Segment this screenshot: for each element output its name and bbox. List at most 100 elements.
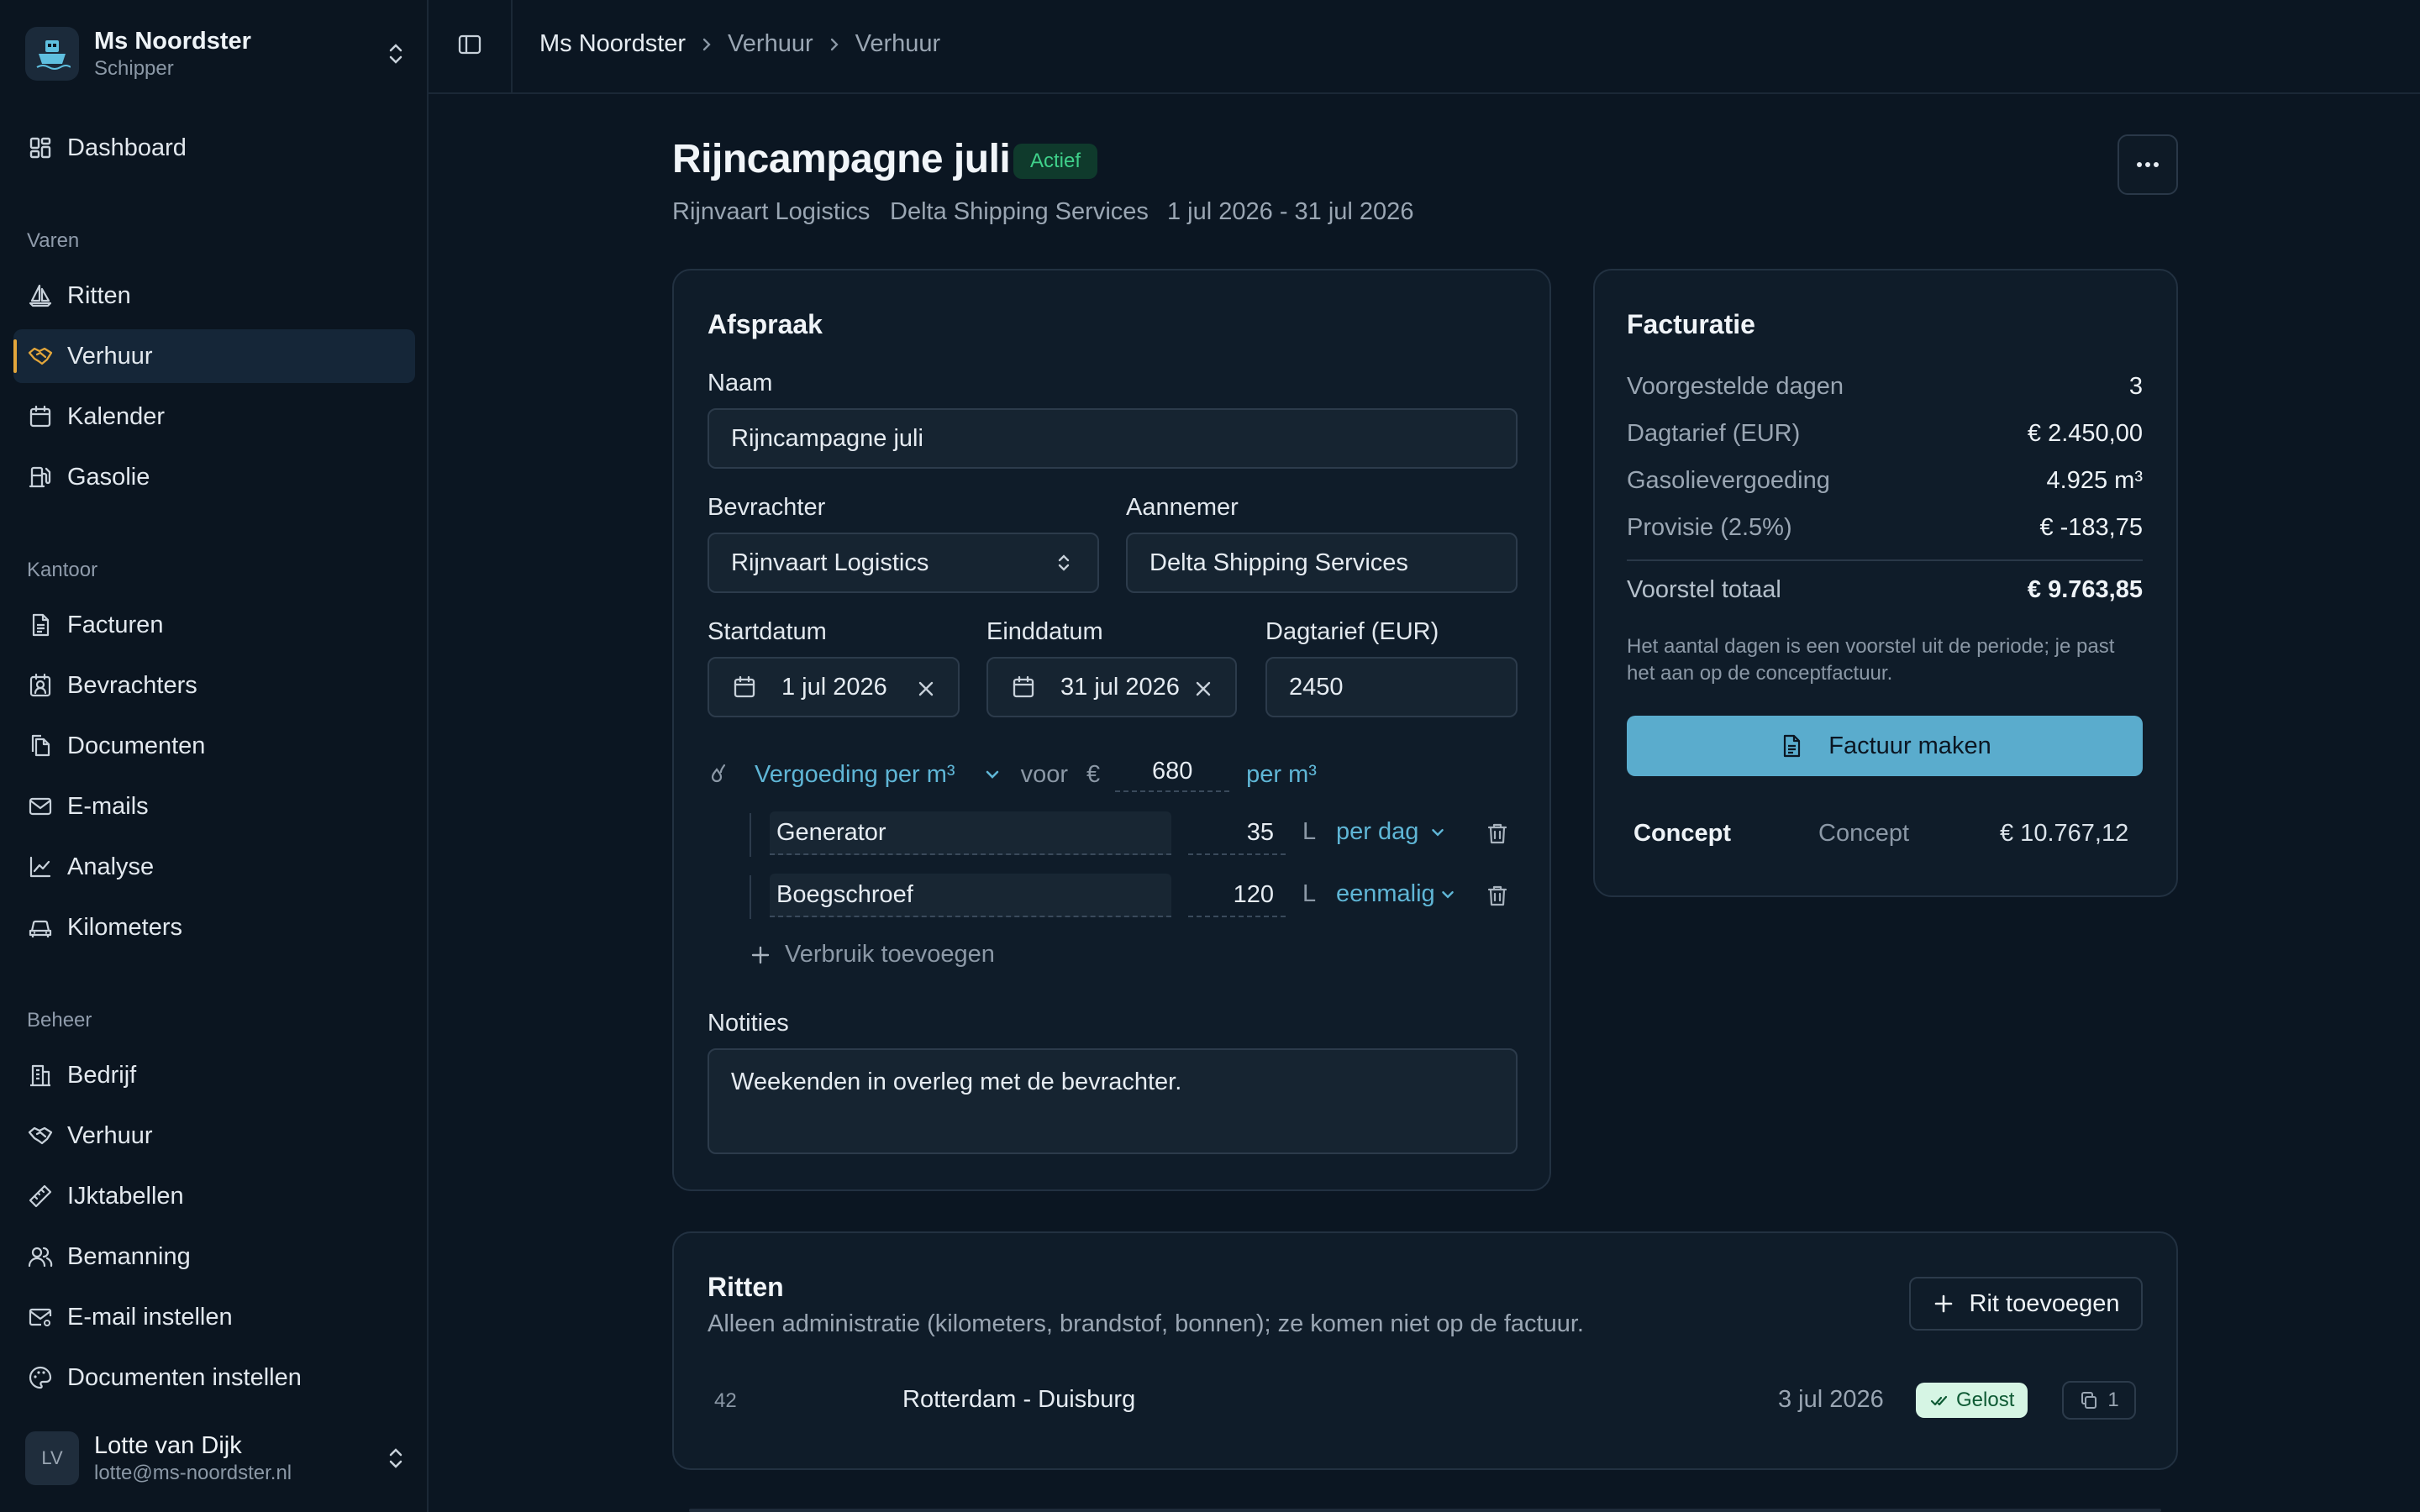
concept-status: Concept — [1818, 820, 1910, 847]
startdatum-picker[interactable]: 1 jul 2026 — [708, 657, 960, 717]
user-menu[interactable]: LV Lotte van Dijk lotte@ms-noordster.nl — [25, 1428, 408, 1488]
sidebar-item-gasolie[interactable]: Gasolie — [13, 450, 415, 504]
sidebar-item-documenten[interactable]: Documenten — [13, 719, 415, 773]
tree-line — [750, 813, 751, 857]
factuur-maken-button[interactable]: Factuur maken — [1627, 716, 2143, 776]
notities-textarea[interactable]: Weekenden in overleg met de bevrachter. — [708, 1048, 1518, 1154]
vergoeding-amount-input[interactable]: 680 — [1115, 758, 1230, 792]
sidebar-item-label: Ritten — [67, 281, 131, 309]
avatar: LV — [25, 1431, 79, 1485]
droplets-icon — [711, 764, 726, 783]
naam-value: Rijncampagne juli — [731, 424, 923, 452]
sidebar-item-verhuur-beheer[interactable]: Verhuur — [13, 1109, 415, 1163]
breadcrumb: Ms Noordster Verhuur Verhuur — [539, 30, 940, 58]
bevrachter-value: Rijnvaart Logistics — [731, 549, 929, 576]
ruler-icon — [27, 1183, 54, 1210]
sidebar-item-label: Verhuur — [67, 1121, 153, 1149]
sidebar-item-bevrachters[interactable]: Bevrachters — [13, 659, 415, 712]
clear-icon[interactable] — [914, 677, 938, 701]
kv-value: € 2.450,00 — [2027, 420, 2143, 447]
unit-label: per m³ — [1246, 760, 1317, 788]
bevrachter-select[interactable]: Rijnvaart Logistics — [708, 533, 1099, 593]
breadcrumb-item[interactable]: Verhuur — [728, 30, 813, 58]
sidebar-item-kilometers[interactable]: Kilometers — [13, 900, 415, 954]
mail-cog-icon — [27, 1304, 54, 1331]
sidebar-item-label: E-mail instellen — [67, 1303, 233, 1331]
rit-toevoegen-label: Rit toevoegen — [1969, 1289, 2120, 1317]
naam-field[interactable]: Rijncampagne juli — [708, 408, 1518, 469]
add-verbruik-label: Verbruik toevoegen — [785, 941, 995, 968]
rit-number: 42 — [714, 1389, 737, 1412]
sidebar-item-bemanning[interactable]: Bemanning — [13, 1230, 415, 1284]
factuur-maken-label: Factuur maken — [1828, 732, 1991, 759]
chevrons-up-down-icon — [383, 37, 408, 71]
verbruik-qty-input[interactable]: 120 — [1188, 874, 1286, 917]
breadcrumb-item[interactable]: Ms Noordster — [539, 30, 686, 58]
fuel-icon — [27, 464, 54, 491]
kv-key: Provisie (2.5%) — [1627, 514, 1792, 541]
team-switcher[interactable]: Ms Noordster Schipper — [25, 24, 408, 84]
sidebar-item-emails[interactable]: E-mails — [13, 780, 415, 833]
sidebar-item-ritten[interactable]: Ritten — [13, 269, 415, 323]
sidebar-item-facturen[interactable]: Facturen — [13, 598, 415, 652]
status-badge: Actief — [1013, 144, 1098, 179]
sidebar-item-label: Kilometers — [67, 913, 182, 941]
verbruik-name-input[interactable]: Generator — [770, 811, 1171, 855]
sidebar-toggle-button[interactable] — [429, 0, 513, 92]
kv-row: Provisie (2.5%) € -183,75 — [1627, 514, 2143, 542]
file-text-icon — [1784, 734, 1801, 758]
verbruik-qty-input[interactable]: 35 — [1188, 811, 1286, 855]
trash-icon[interactable] — [1484, 882, 1511, 909]
chevron-right-icon — [701, 35, 713, 54]
building-icon — [27, 1062, 54, 1089]
team-role: Schipper — [94, 57, 174, 80]
calendar-icon — [27, 403, 54, 430]
subtitle-bevrachter: Rijnvaart Logistics — [672, 198, 871, 225]
documents-count-button[interactable]: 1 — [2062, 1381, 2136, 1420]
startdatum-label: Startdatum — [708, 618, 827, 645]
sidebar-item-label: E-mails — [67, 792, 149, 820]
sidebar-item-dashboard[interactable]: Dashboard — [13, 121, 415, 175]
einddatum-picker[interactable]: 31 jul 2026 — [986, 657, 1237, 717]
sidebar-item-kalender[interactable]: Kalender — [13, 390, 415, 444]
sidebar-item-email-instellen[interactable]: E-mail instellen — [13, 1290, 415, 1344]
more-actions-button[interactable] — [2118, 134, 2178, 195]
sidebar-item-bedrijf[interactable]: Bedrijf — [13, 1048, 415, 1102]
topbar: Ms Noordster Verhuur Verhuur — [429, 0, 2420, 94]
sidebar-item-label: Documenten — [67, 732, 206, 759]
currency-label: € — [1086, 760, 1101, 788]
subtitle-aannemer: Delta Shipping Services — [890, 198, 1149, 225]
vergoeding-mode-select[interactable]: Vergoeding per m³ — [755, 761, 955, 789]
verbruik-freq-select[interactable]: per dag — [1336, 818, 1449, 846]
total-value: € 9.763,85 — [2027, 576, 2143, 603]
section-kantoor: Kantoor — [27, 559, 98, 581]
sidebar-item-documenten-instellen[interactable]: Documenten instellen — [13, 1351, 415, 1404]
sidebar-item-analyse[interactable]: Analyse — [13, 840, 415, 894]
sidebar-item-label: Dashboard — [67, 134, 187, 161]
sidebar-item-ijktabellen[interactable]: IJktabellen — [13, 1169, 415, 1223]
verbruik-name-input[interactable]: Boegschroef — [770, 874, 1171, 917]
dagtarief-field[interactable]: 2450 — [1265, 657, 1518, 717]
concept-name[interactable]: Concept — [1634, 820, 1731, 848]
rit-route[interactable]: Rotterdam - Duisburg — [902, 1386, 1135, 1414]
verbruik-freq-select[interactable]: eenmalig — [1336, 880, 1459, 908]
ritten-description: Alleen administratie (kilometers, brands… — [708, 1310, 1584, 1337]
handshake-icon — [27, 343, 54, 370]
team-name: Ms Noordster — [94, 28, 251, 55]
subtitle-period: 1 jul 2026 - 31 jul 2026 — [1167, 198, 1414, 225]
page-title: Rijncampagne juli — [672, 137, 1011, 181]
trash-icon[interactable] — [1484, 820, 1511, 847]
aannemer-label: Aannemer — [1126, 494, 1239, 521]
clear-icon[interactable] — [1192, 677, 1215, 701]
add-verbruik-button[interactable]: Verbruik toevoegen — [750, 941, 995, 969]
sidebar-item-verhuur[interactable]: Verhuur — [13, 329, 415, 383]
kv-value: 3 — [2128, 373, 2143, 400]
kv-value: 4.925 m³ — [2046, 467, 2143, 494]
contact-icon — [27, 672, 54, 699]
section-varen: Varen — [27, 229, 80, 252]
bevrachter-label: Bevrachter — [708, 494, 826, 521]
kv-row: Gasolievergoeding 4.925 m³ — [1627, 467, 2143, 495]
aannemer-field[interactable]: Delta Shipping Services — [1126, 533, 1518, 593]
chevrons-up-down-icon — [383, 1441, 408, 1475]
rit-toevoegen-button[interactable]: Rit toevoegen — [1909, 1277, 2143, 1331]
